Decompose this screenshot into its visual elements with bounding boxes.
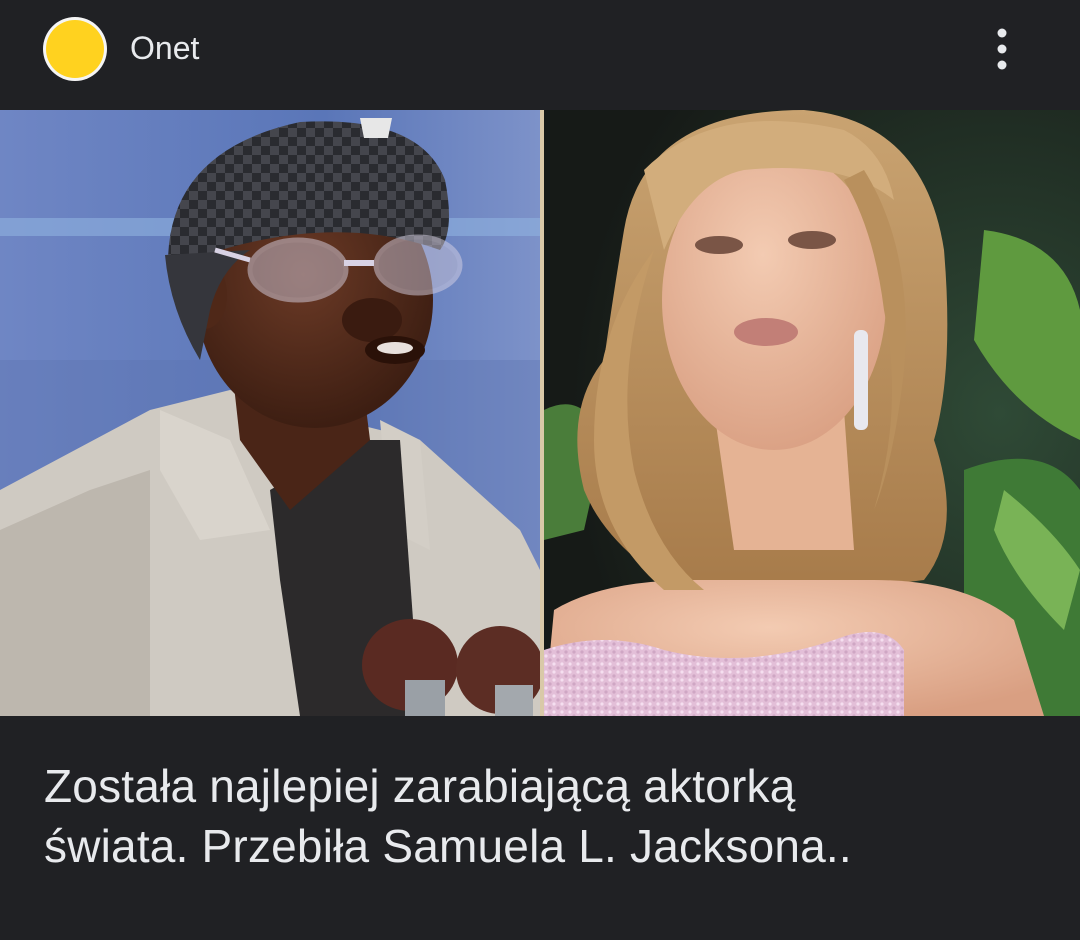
source-name[interactable]: Onet — [130, 28, 199, 68]
photo-right — [544, 110, 1080, 716]
footer-hint — [840, 934, 1040, 940]
source-logo — [46, 20, 104, 78]
news-card[interactable]: Onet Została najlepiej zarabiającą aktor… — [0, 0, 1080, 940]
photo-icon — [544, 110, 1080, 716]
card-header: Onet — [0, 0, 1080, 108]
more-vert-icon — [997, 28, 1007, 70]
more-options-button[interactable] — [980, 22, 1024, 76]
headline-line-2: świata. Przebiła Samuela L. Jacksona.. — [44, 820, 852, 872]
photo-left — [0, 110, 540, 716]
photo-icon — [0, 110, 540, 716]
article-image[interactable] — [0, 110, 1080, 716]
article-headline[interactable]: Została najlepiej zarabiającą aktorką św… — [44, 756, 1044, 876]
headline-line-1: Została najlepiej zarabiającą aktorką — [44, 760, 796, 812]
